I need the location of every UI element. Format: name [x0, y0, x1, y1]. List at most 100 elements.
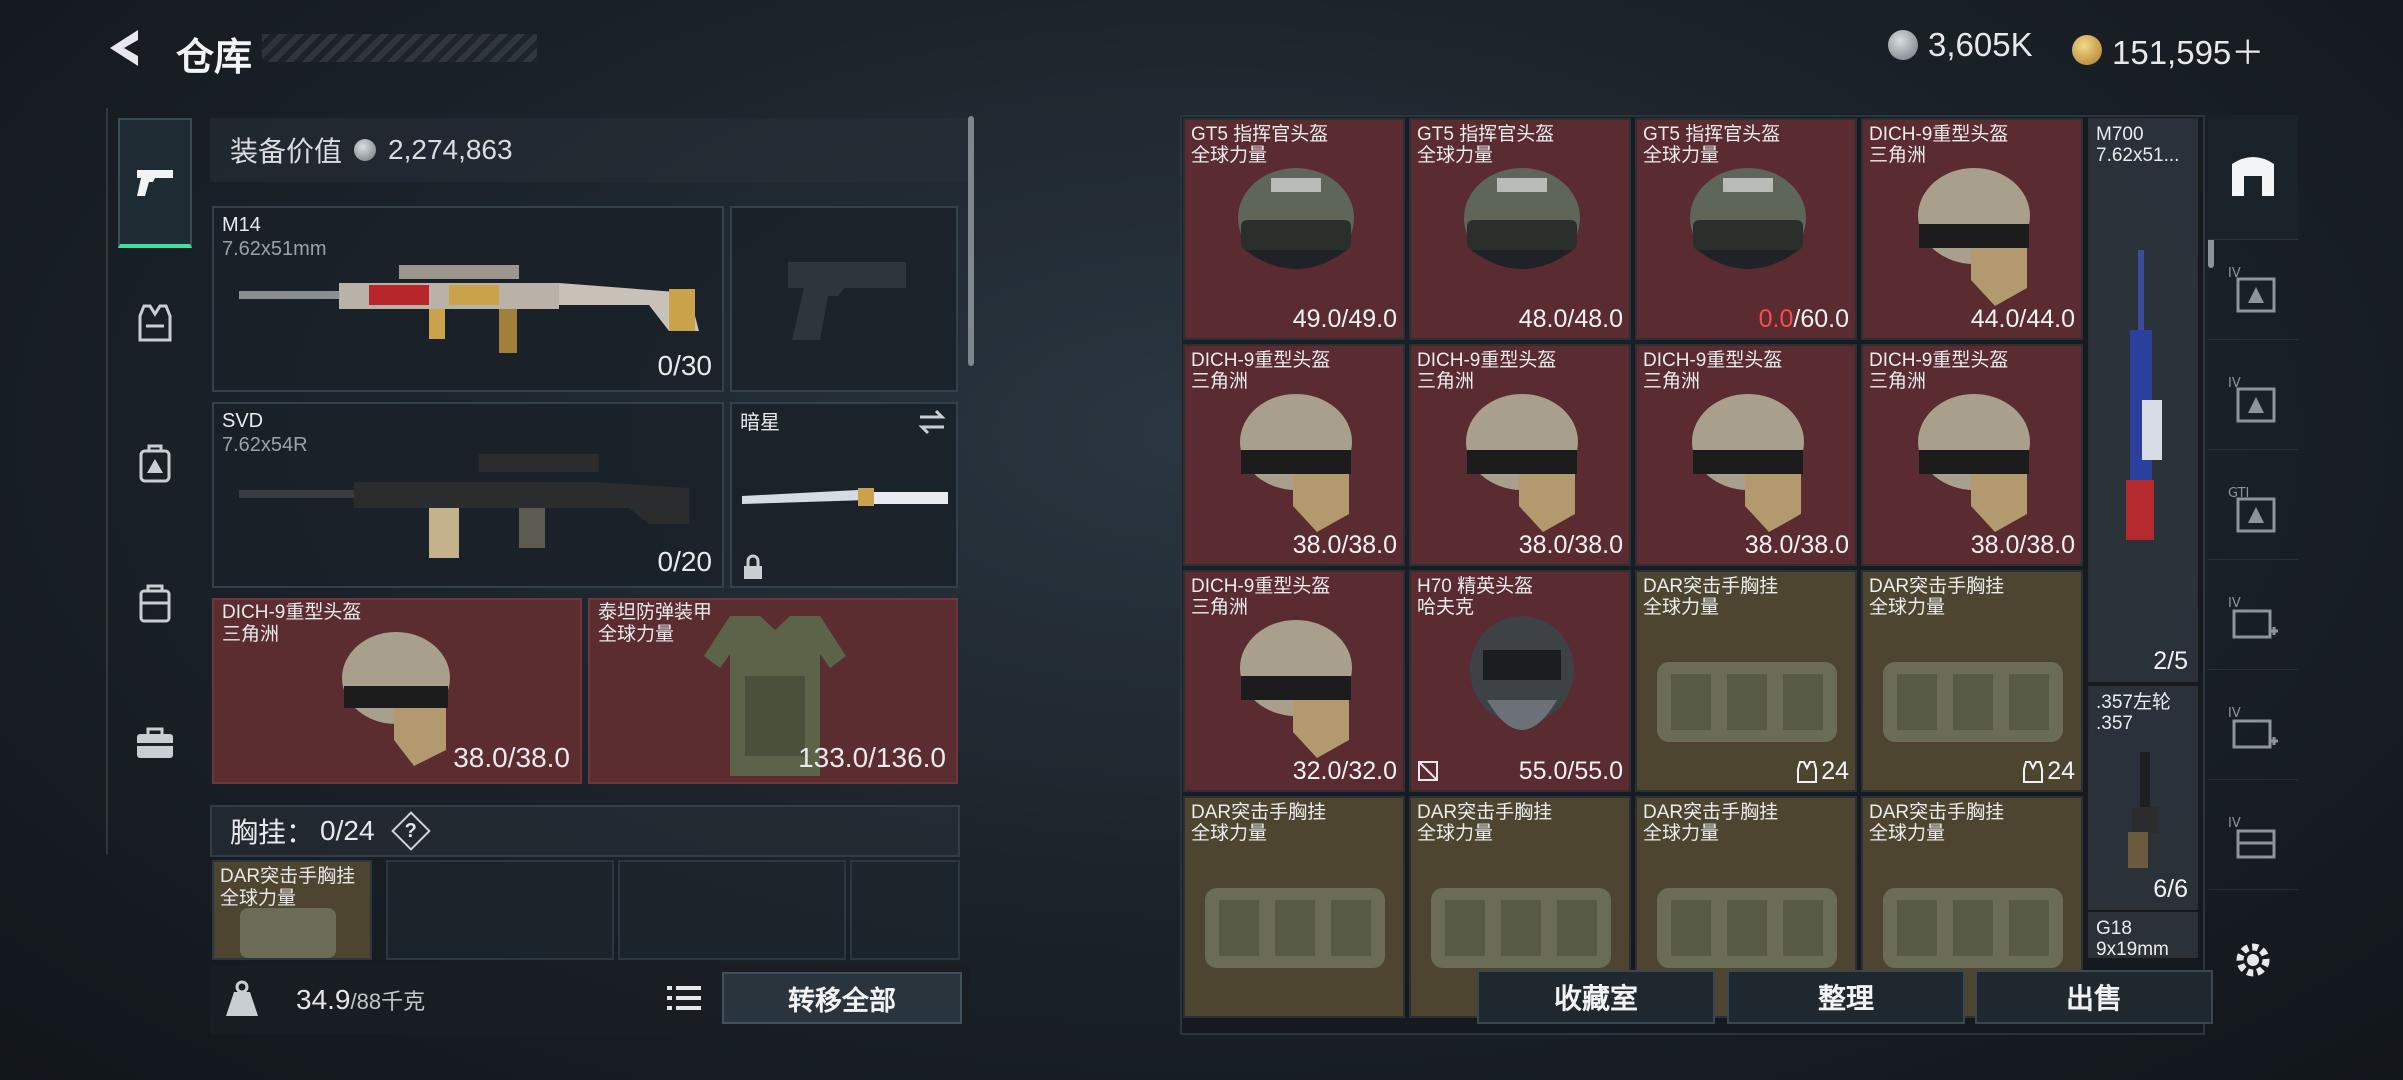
bag-icon [139, 584, 171, 623]
durability-max: /38.0 [1341, 531, 1397, 559]
sort-button[interactable]: 整理 [1727, 970, 1965, 1024]
container-tab[interactable]: IV [2208, 570, 2298, 670]
melee-slot[interactable]: 暗星 [730, 402, 958, 588]
tab-vest[interactable] [118, 258, 192, 388]
storage-item[interactable]: DICH-9重型头盔 三角洲 32.0/32.0 [1183, 570, 1405, 792]
pistol-icon [137, 170, 173, 196]
item-name: DICH-9重型头盔 [1191, 576, 1331, 597]
durability-max: /44.0 [2019, 305, 2075, 333]
toolbox-icon [137, 727, 173, 758]
storage-item[interactable]: GT5 指挥官头盔 全球力量 49.0/49.0 [1183, 118, 1405, 340]
storage-item-revolver[interactable]: .357左轮 .357 6/6 [2088, 686, 2198, 910]
help-button[interactable]: ? [390, 811, 431, 851]
equipment-value: 装备价值 2,274,863 [210, 118, 970, 182]
storage-item[interactable]: GT5 指挥官头盔 全球力量 48.0/48.0 [1409, 118, 1631, 340]
knife-icon [742, 488, 948, 506]
storage-item[interactable]: DAR突击手胸挂 全球力量 24 [1635, 570, 1857, 792]
item-name: DAR突击手胸挂 [1417, 802, 1553, 823]
chest-rig-pocket[interactable] [386, 860, 614, 960]
chest-rig-label: 胸挂： [230, 817, 315, 848]
item-name: DAR突击手胸挂 [1869, 576, 2005, 597]
helmet-icon [1240, 394, 1352, 532]
durability-max: /38.0 [1793, 531, 1849, 559]
storage-item[interactable]: DICH-9重型头盔 三角洲 38.0/38.0 [1183, 344, 1405, 566]
durability-max: /38.0 [1567, 531, 1623, 559]
durability-current: 38.0 [1970, 531, 2020, 559]
item-caliber: 9x19mm [2096, 939, 2169, 960]
item-durability: 38.0/38.0 [1745, 531, 1849, 560]
sell-button[interactable]: 出售 [1975, 970, 2213, 1024]
current-weight: 34.9 [296, 984, 351, 1015]
chest-rig-icon [1657, 888, 1837, 968]
helmet-icon [1464, 168, 1580, 269]
container-tab[interactable]: IV [2208, 680, 2298, 780]
helmet-icon [1918, 168, 2030, 306]
item-durability: 38.0/38.0 [1519, 531, 1623, 560]
storage-item-g18[interactable]: G18 9x19mm [2088, 912, 2198, 960]
pistol-silhouette-icon [788, 262, 906, 340]
tab-toolbox[interactable] [118, 678, 192, 808]
settings-button[interactable] [2208, 910, 2298, 1010]
container-tab[interactable]: GTI [2208, 460, 2298, 560]
item-faction: 全球力量 [1869, 597, 1946, 618]
tab-weapons[interactable] [118, 118, 192, 248]
armor-name: 泰坦防弹装甲 [598, 602, 713, 623]
item-name: G18 [2096, 918, 2132, 939]
swap-icon[interactable] [916, 408, 948, 436]
container-tab[interactable]: IV [2208, 350, 2298, 450]
storage-item[interactable]: DICH-9重型头盔 三角洲 44.0/44.0 [1861, 118, 2083, 340]
storage-item[interactable]: H70 精英头盔 哈夫克 55.0/55.0 [1409, 570, 1631, 792]
tab-backpack[interactable] [118, 398, 192, 528]
revolver-icon [2128, 752, 2158, 868]
max-weight: /88千克 [350, 989, 426, 1014]
storage-item[interactable]: DAR突击手胸挂 全球力量 24 [1861, 570, 2083, 792]
secondary-weapon-slot[interactable]: SVD 7.62x54R 0/20 [212, 402, 724, 588]
primary-weapon-slot[interactable]: M14 7.62x51mm 0/30 [212, 206, 724, 392]
chest-rig-icon [1657, 662, 1837, 742]
item-name: GT5 指挥官头盔 [1191, 124, 1329, 145]
medkit-case-icon: IV [2228, 596, 2278, 638]
back-button[interactable] [104, 26, 148, 70]
gold-currency[interactable]: 151,595＋ [2072, 26, 2264, 74]
container-tab[interactable]: IV [2208, 240, 2298, 340]
chest-rig-pocket[interactable] [850, 860, 960, 960]
storage-item[interactable]: DICH-9重型头盔 三角洲 38.0/38.0 [1635, 344, 1857, 566]
no-repair-icon [1418, 761, 1438, 781]
transfer-all-button[interactable]: 转移全部 [722, 972, 962, 1024]
item-durability: 44.0/44.0 [1971, 305, 2075, 334]
carry-weight: 34.9/88千克 [296, 984, 425, 1016]
ammo-count: 2/5 [2153, 647, 2188, 675]
silver-coin-icon [1888, 30, 1918, 60]
container-tab[interactable]: IV [2208, 790, 2298, 890]
collection-room-button[interactable]: 收藏室 [1477, 970, 1715, 1024]
gold-coin-icon [2072, 35, 2102, 65]
tab-bag[interactable] [118, 538, 192, 668]
container-tab-main[interactable] [2208, 115, 2298, 240]
storage-item-m700[interactable]: M700 7.62x51... 2/5 [2088, 118, 2198, 682]
helmet-slot[interactable]: DICH-9重型头盔 三角洲 38.0/38.0 [212, 598, 582, 784]
silver-coin-icon [354, 139, 377, 161]
armor-slot[interactable]: 泰坦防弹装甲 全球力量 133.0/136.0 [588, 598, 958, 784]
container-icon [2232, 157, 2274, 196]
chest-rig-bar: 胸挂： 0/24 ? [210, 805, 960, 857]
durability-current: 48.0 [1518, 305, 1568, 333]
chest-rig-pocket[interactable] [618, 860, 846, 960]
case-icon: IV [2228, 266, 2276, 312]
storage-item[interactable]: GT5 指挥官头盔 全球力量 0.0/60.0 [1635, 118, 1857, 340]
left-scrollbar[interactable] [968, 116, 974, 366]
helmet-icon [1240, 620, 1352, 758]
helmet-durability: 38.0/38.0 [453, 742, 570, 773]
storage-item[interactable]: DICH-9重型头盔 三角洲 38.0/38.0 [1861, 344, 2083, 566]
list-view-button[interactable] [662, 976, 706, 1020]
chest-rig-slot[interactable]: DAR突击手胸挂 全球力量 [212, 860, 372, 960]
ammo-count: 0/20 [657, 546, 713, 577]
storage-item[interactable]: DAR突击手胸挂 全球力量 [1183, 796, 1405, 1018]
pistol-slot[interactable] [730, 206, 958, 392]
item-name: M700 [2096, 124, 2144, 145]
chest-rig-icon [1431, 888, 1611, 968]
helmet-icon [1690, 168, 1806, 269]
chest-rig-icon [240, 908, 336, 958]
item-name: DICH-9重型头盔 [1869, 124, 2009, 145]
item-name: GT5 指挥官头盔 [1417, 124, 1555, 145]
storage-item[interactable]: DICH-9重型头盔 三角洲 38.0/38.0 [1409, 344, 1631, 566]
